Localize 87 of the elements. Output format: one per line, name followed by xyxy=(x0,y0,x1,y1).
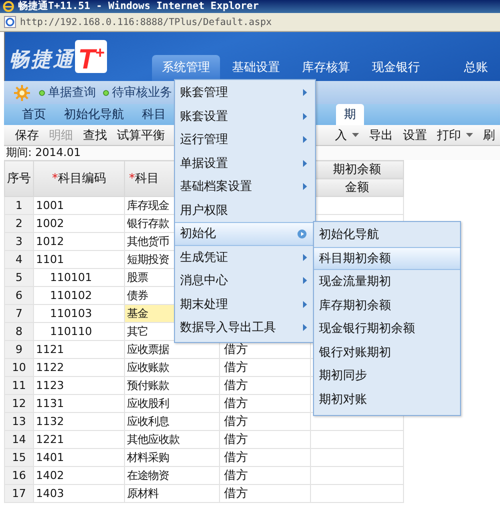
toolbar-button[interactable]: 刷 xyxy=(478,126,500,144)
table-cell: 110102 xyxy=(34,286,124,304)
row-number: 17 xyxy=(4,484,34,502)
table-cell: 原材料 xyxy=(124,484,220,502)
row-number: 8 xyxy=(4,322,34,340)
table-cell: 1402 xyxy=(34,466,124,484)
menu-item[interactable]: 期初同步 xyxy=(314,364,460,388)
toolbar-button[interactable]: 保存 xyxy=(10,126,44,144)
table-cell: 1401 xyxy=(34,448,124,466)
window-title: 畅捷通T+11.51 - Windows Internet Explorer xyxy=(18,0,259,13)
row-number: 15 xyxy=(4,448,34,466)
page-tab[interactable]: 首页 xyxy=(14,104,54,125)
toolbar-button[interactable]: 导出 xyxy=(364,126,398,144)
row-number: 6 xyxy=(4,286,34,304)
row-number: 16 xyxy=(4,466,34,484)
bullet-icon xyxy=(39,90,45,96)
table-cell: 借方 xyxy=(220,484,310,502)
row-number: 11 xyxy=(4,376,34,394)
table-cell: 110103 xyxy=(34,304,124,322)
table-cell: 1012 xyxy=(34,232,124,250)
menu-item[interactable]: 账套设置 xyxy=(175,104,315,128)
row-number: 2 xyxy=(4,214,34,232)
table-cell: 材料采购 xyxy=(124,448,220,466)
menu-item[interactable]: 现金流量期初 xyxy=(314,270,460,294)
column-header: *科目编码 xyxy=(34,160,124,196)
nav-tab[interactable]: 总账 xyxy=(454,55,498,81)
table-cell: 应收利息 xyxy=(124,412,220,430)
table-cell: 预付账款 xyxy=(124,376,220,394)
row-number: 5 xyxy=(4,268,34,286)
table-cell: 1001 xyxy=(34,196,124,214)
column-header: 序号 xyxy=(4,160,34,196)
row-number: 4 xyxy=(4,250,34,268)
table-cell: 在途物资 xyxy=(124,466,220,484)
menu-item[interactable]: 初始化 xyxy=(175,222,315,246)
table-cell: 1122 xyxy=(34,358,124,376)
table-cell: 借方 xyxy=(220,358,310,376)
row-number: 13 xyxy=(4,412,34,430)
page-tab[interactable]: 期 xyxy=(336,104,364,125)
toolbar-button[interactable]: 入 xyxy=(330,126,364,144)
table-cell: 1131 xyxy=(34,394,124,412)
table-cell: 1132 xyxy=(34,412,124,430)
table-cell: 1221 xyxy=(34,430,124,448)
logo-mark: T$^{+}$ xyxy=(75,40,108,74)
page-icon xyxy=(4,16,16,28)
table-cell: 1403 xyxy=(34,484,124,502)
nav-tab[interactable]: 基础设置 xyxy=(222,55,290,81)
table-cell: 借方 xyxy=(220,448,310,466)
row-number: 14 xyxy=(4,430,34,448)
table-cell: 应收账款 xyxy=(124,358,220,376)
table-cell: 借方 xyxy=(220,376,310,394)
row-number: 1 xyxy=(4,196,34,214)
row-number: 3 xyxy=(4,232,34,250)
toolbar-button[interactable]: 打印 xyxy=(432,126,478,144)
menu-item[interactable]: 现金银行期初余额 xyxy=(314,317,460,340)
row-number: 10 xyxy=(4,358,34,376)
logo-text: 畅捷通 xyxy=(9,46,75,74)
menu-item[interactable]: 银行对账期初 xyxy=(314,340,460,364)
table-cell: 借方 xyxy=(220,412,310,430)
quick-link[interactable]: 单据查询 xyxy=(48,84,96,101)
page-tab[interactable]: 初始化导航 xyxy=(56,104,132,125)
row-number: 12 xyxy=(4,394,34,412)
row-number: 9 xyxy=(4,340,34,358)
table-cell: 1002 xyxy=(34,214,124,232)
table-cell: 其他应收款 xyxy=(124,430,220,448)
bullet-icon xyxy=(103,90,109,96)
menu-item[interactable]: 期初对账 xyxy=(314,388,460,411)
page-tab[interactable]: 科目 xyxy=(134,104,174,125)
menu-item[interactable]: 账套管理 xyxy=(175,81,315,104)
table-cell: 应收股利 xyxy=(124,394,220,412)
toolbar-button[interactable]: 查找 xyxy=(78,126,112,144)
table-cell: 110110 xyxy=(34,322,124,340)
table-cell: 借方 xyxy=(220,466,310,484)
table-cell: 借方 xyxy=(220,394,310,412)
table-cell: 110101 xyxy=(34,268,124,286)
table-cell: 1101 xyxy=(34,250,124,268)
table-cell: 1121 xyxy=(34,340,124,358)
nav-tab[interactable]: 库存核算 xyxy=(292,55,360,81)
quick-link[interactable]: 待审核业务 xyxy=(112,84,172,101)
menu-item[interactable]: 科目期初余额 xyxy=(314,246,460,270)
table-cell: 1123 xyxy=(34,376,124,394)
menu-item[interactable]: 初始化导航 xyxy=(314,223,460,246)
row-number: 7 xyxy=(4,304,34,322)
menu-item[interactable]: 库存期初余额 xyxy=(314,294,460,317)
table-cell: 借方 xyxy=(220,430,310,448)
nav-tab[interactable]: 现金银行 xyxy=(362,55,430,81)
toolbar-button[interactable]: 设置 xyxy=(398,126,432,144)
toolbar-button[interactable]: 试算平衡 xyxy=(112,126,170,144)
